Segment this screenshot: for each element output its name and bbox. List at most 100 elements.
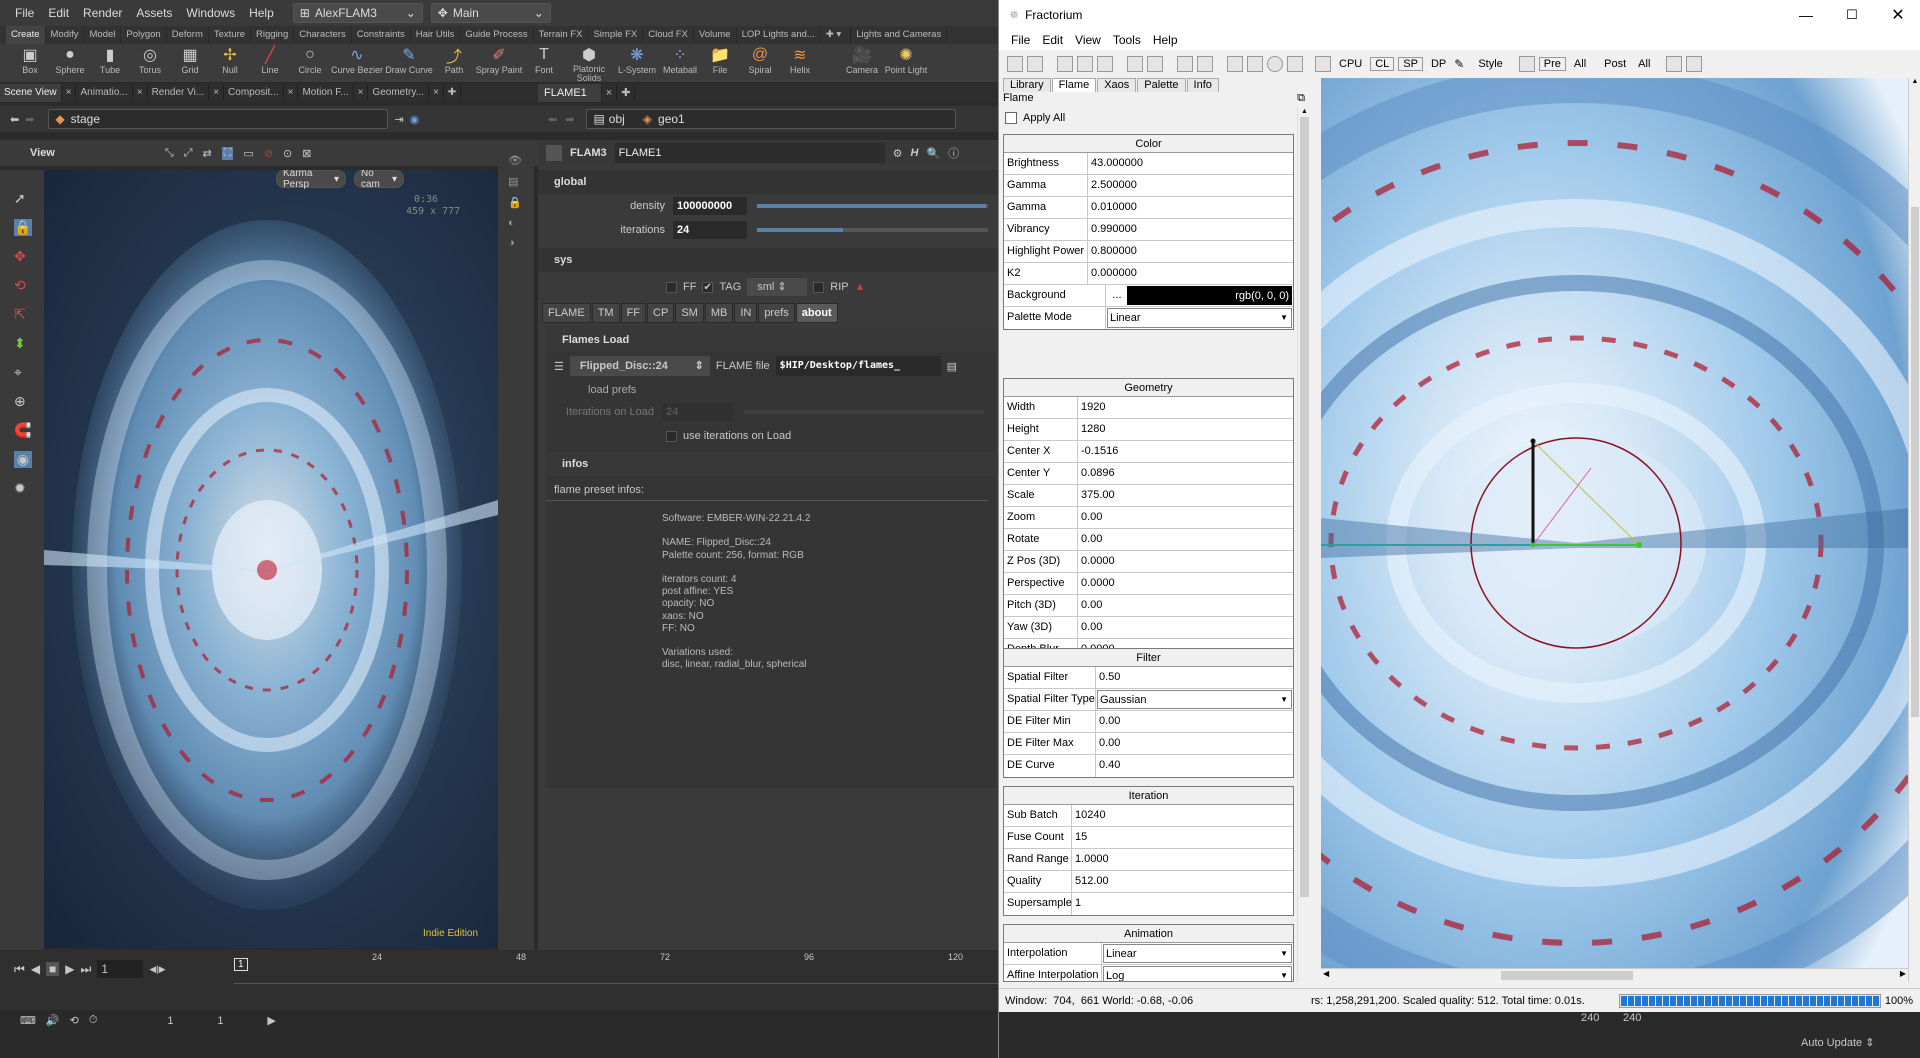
menu-help[interactable]: Help	[1147, 33, 1184, 47]
param-value-field[interactable]: 0.40	[1096, 755, 1293, 777]
pencil-icon[interactable]: ✎	[1454, 57, 1464, 71]
param-value-field[interactable]: 512.00	[1072, 871, 1293, 892]
view-tool-icon[interactable]: ⊠	[302, 147, 311, 160]
display-icon[interactable]: ◐	[508, 217, 534, 229]
shelf-tab-simple-fx[interactable]: Simple FX	[588, 26, 644, 44]
rotate-icon[interactable]: ⟲	[14, 277, 44, 294]
apply-all-checkbox[interactable]	[1005, 112, 1017, 124]
paste-icon[interactable]	[1147, 56, 1163, 72]
param-value-field[interactable]: 1.0000	[1072, 849, 1293, 870]
timeline-ruler[interactable]: 1 24 48 72 96 120	[234, 952, 1000, 984]
tool-font[interactable]: T Font	[524, 44, 564, 75]
view-tool-icon[interactable]: ⊘	[264, 147, 273, 160]
select-icon[interactable]: ➚	[14, 190, 44, 207]
scroll-up-icon[interactable]: ▲	[1909, 78, 1920, 85]
close-icon[interactable]: ×	[602, 84, 618, 102]
dock-scrollbar[interactable]: ▲	[1297, 108, 1311, 982]
shelf-tab-model[interactable]: Model	[85, 26, 122, 44]
tab-xaos[interactable]: Xaos	[1097, 78, 1137, 92]
file-browse-icon[interactable]: ▤	[947, 360, 957, 373]
subtab-in[interactable]: IN	[734, 303, 758, 323]
node-name-field[interactable]: FLAME1	[614, 143, 885, 163]
scale-icon[interactable]: ⇱	[14, 306, 44, 323]
context-dropdown[interactable]: ✥ Main ⌄	[430, 3, 551, 23]
close-icon[interactable]: ×	[429, 84, 444, 102]
render-icon[interactable]	[1227, 56, 1243, 72]
cl-toggle[interactable]: CL	[1370, 57, 1395, 71]
global-section[interactable]: global	[538, 170, 1000, 194]
fit-icon[interactable]	[1686, 56, 1703, 72]
subtab-prefs[interactable]: prefs	[758, 303, 795, 323]
sys-section[interactable]: sys	[538, 248, 1000, 272]
lock-icon[interactable]: 🔒	[14, 219, 32, 236]
tab-render-view[interactable]: Render Vi...	[148, 84, 210, 102]
forward-arrow-icon[interactable]: ➡	[25, 113, 34, 126]
tab-scene-view[interactable]: Scene View	[0, 84, 62, 102]
close-icon[interactable]: ×	[209, 84, 225, 102]
magnet-icon[interactable]: 🧲	[14, 422, 44, 439]
desktop-dropdown[interactable]: ⊞ AlexFLAM3 ⌄	[292, 3, 423, 23]
fractal-render-canvas[interactable]: ◀ ▶	[1321, 78, 1908, 982]
menu-windows[interactable]: Windows	[179, 0, 242, 26]
palette-mode-select[interactable]: Linear ▼	[1107, 308, 1292, 328]
last-frame-icon[interactable]: ⏭	[81, 962, 92, 977]
pin-icon[interactable]: ⇥	[394, 113, 403, 126]
view-tool-icon[interactable]: ⛶	[221, 146, 234, 160]
shelf-tab-volume[interactable]: Volume	[694, 26, 737, 44]
flames-load-section[interactable]: Flames Load	[546, 328, 996, 352]
iterations-slider[interactable]	[757, 228, 988, 232]
view-tool-icon[interactable]: ⤡	[165, 147, 174, 160]
shelf-tab-create[interactable]: Create	[6, 26, 46, 44]
search-icon[interactable]: 🔍	[927, 147, 941, 160]
subtab-mb[interactable]: MB	[704, 303, 734, 323]
param-value-field[interactable]: 375.00	[1078, 485, 1293, 506]
help-h-icon[interactable]: H	[911, 147, 919, 159]
triangle-icon[interactable]: ▲	[855, 281, 866, 293]
tool-sphere[interactable]: ● Sphere	[50, 44, 90, 75]
background-pick-button[interactable]: ...	[1108, 285, 1126, 306]
snap-icon[interactable]: ⊕	[14, 393, 44, 410]
network-path-field[interactable]: ▤ obj ◈ geo1	[586, 109, 957, 129]
ff-checkbox[interactable]	[666, 281, 677, 293]
close-icon[interactable]: ×	[62, 84, 77, 102]
tag-checkbox[interactable]: ✔	[702, 281, 714, 293]
canvas-vscroll-thumb[interactable]	[1911, 207, 1919, 717]
tool-spray-paint[interactable]: ✐ Spray Paint	[474, 44, 524, 75]
link-icon[interactable]: ◉	[410, 113, 420, 126]
menu-render[interactable]: Render	[76, 0, 129, 26]
param-value-field[interactable]: 1920	[1078, 397, 1293, 418]
back-arrow-icon[interactable]: ⬅	[548, 113, 557, 126]
subtab-tm[interactable]: TM	[591, 303, 620, 323]
iter-on-load-slider[interactable]	[744, 410, 984, 414]
shelf-tab-terrain-fx[interactable]: Terrain FX	[534, 26, 589, 44]
param-value-field[interactable]: 0.0000	[1078, 573, 1293, 594]
param-value-field[interactable]: 0.990000	[1088, 219, 1293, 240]
param-value-field[interactable]: 15	[1072, 827, 1293, 848]
range-end-field[interactable]: 1	[217, 1015, 257, 1027]
canvas-vscrollbar[interactable]: ▲	[1908, 78, 1920, 982]
tab-composite[interactable]: Composit...	[224, 84, 284, 102]
menu-file[interactable]: File	[1005, 33, 1036, 47]
add-shelf-icon[interactable]: ✚ ▾	[821, 26, 846, 44]
style-button[interactable]: Style	[1474, 58, 1506, 70]
save-xml-icon[interactable]	[1097, 56, 1113, 72]
auto-update-dropdown[interactable]: Auto Update ⇕	[1801, 1036, 1874, 1049]
shelf-tab-lop-lights[interactable]: LOP Lights and...	[737, 26, 821, 44]
menu-assets[interactable]: Assets	[129, 0, 179, 26]
tool-line[interactable]: ╱ Line	[250, 44, 290, 75]
param-value-field[interactable]: 0.800000	[1088, 241, 1293, 262]
timeline-cursor[interactable]: 1	[234, 958, 248, 971]
sp-toggle[interactable]: SP	[1398, 57, 1423, 71]
tab-geometry[interactable]: Geometry...	[368, 84, 429, 102]
shelf-tab-lights-cameras[interactable]: Lights and Cameras	[850, 26, 948, 44]
tool-grid[interactable]: ▦ Grid	[170, 44, 210, 75]
param-value-field[interactable]: 0.000000	[1088, 263, 1293, 284]
open-icon[interactable]	[1027, 56, 1043, 72]
param-value-field[interactable]: -0.1516	[1078, 441, 1293, 462]
pre-toggle[interactable]: Pre	[1538, 57, 1566, 71]
canvas-hscroll-thumb[interactable]	[1501, 971, 1633, 980]
audio-icon[interactable]: 🔊	[46, 1014, 60, 1027]
view-tool-icon[interactable]: ⇄	[203, 147, 212, 160]
copy-icon[interactable]	[1127, 56, 1143, 72]
param-value-field[interactable]: 2.500000	[1088, 175, 1293, 196]
